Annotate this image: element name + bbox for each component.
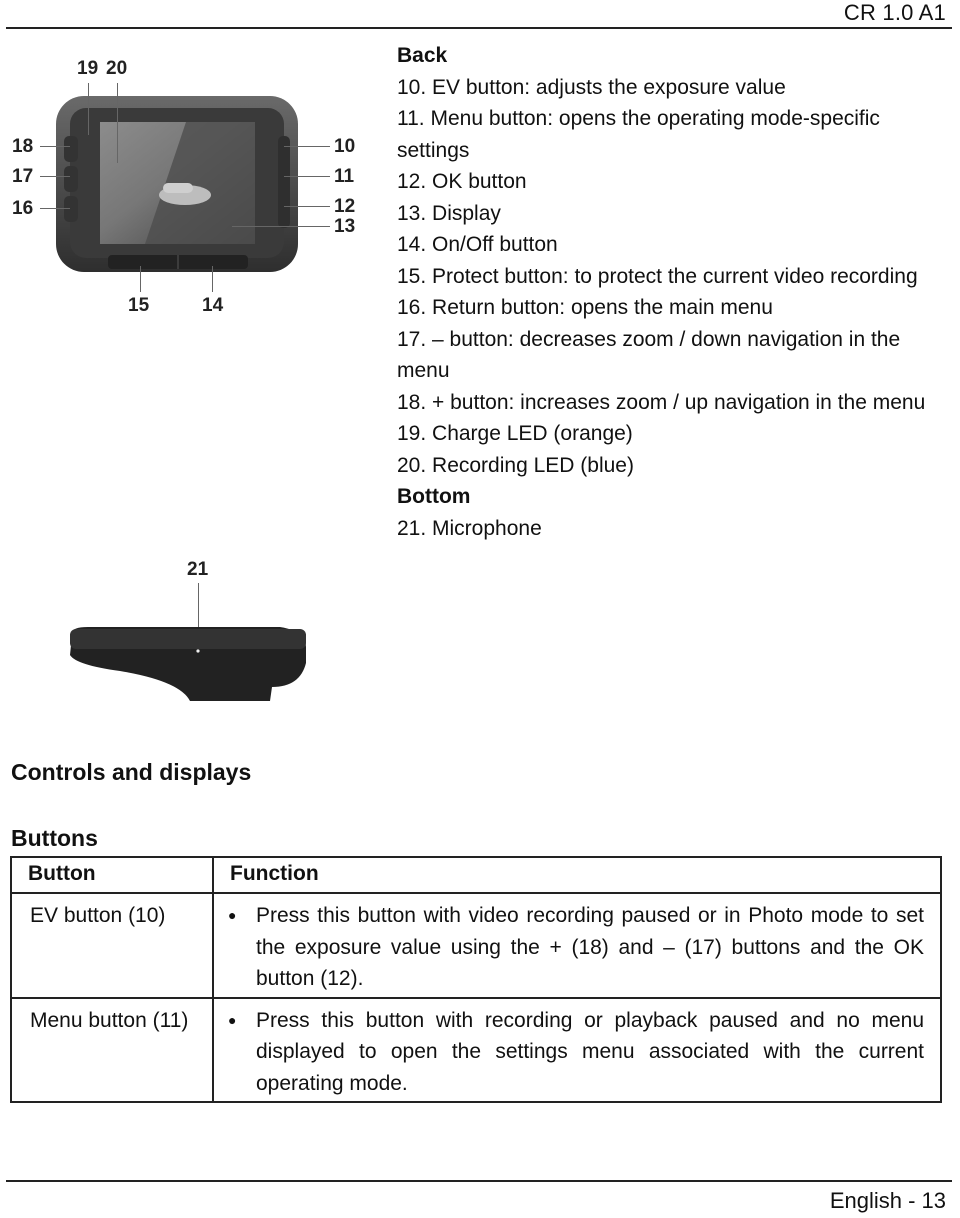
button-cell: EV button (10) — [10, 892, 214, 999]
list-item: 12. OK button — [397, 170, 527, 193]
list-item: 21. Microphone — [397, 516, 542, 540]
leader-line — [40, 208, 70, 209]
buttons-table: Button Function EV button (10) ● Press t… — [10, 856, 942, 1103]
function-cell: ● Press this button with video recording… — [212, 892, 942, 999]
list-item: 10. EV button: adjusts the exposure valu… — [397, 75, 786, 99]
document-code: CR 1.0 A1 — [843, 0, 946, 25]
leader-line — [140, 266, 141, 292]
button-cell: Menu button (11) — [10, 996, 214, 1103]
table-header-row: Button Function — [10, 856, 942, 894]
leader-line — [40, 176, 70, 177]
leader-line — [232, 226, 330, 227]
footer-rule — [6, 1180, 952, 1182]
leader-line — [284, 176, 330, 177]
callout-16: 16 — [12, 198, 34, 219]
leader-line — [117, 83, 118, 163]
callout-18: 18 — [12, 136, 34, 157]
list-item: 14. On/Off button — [397, 233, 558, 256]
list-item: 11. Menu button: opens the operating mod… — [397, 107, 880, 162]
leader-line — [284, 206, 330, 207]
callout-13: 13 — [334, 216, 356, 237]
leader-line — [284, 146, 330, 147]
list-item: 16. Return button: opens the main menu — [397, 296, 773, 319]
back-heading: Back — [397, 44, 448, 67]
dashcam-back-figure: 18 17 16 19 20 10 11 12 13 15 14 — [0, 40, 380, 330]
dashcam-bottom-illustration — [70, 627, 306, 701]
list-item: 19. Charge LED (orange) — [397, 422, 633, 445]
bullet-icon: ● — [228, 907, 237, 923]
microphone-hole — [196, 649, 200, 653]
table-row: Menu button (11) ● Press this button wit… — [10, 996, 942, 1103]
list-item: 13. Display — [397, 201, 501, 225]
callout-19: 19 — [77, 58, 99, 79]
function-text: Press this button with video recording p… — [256, 904, 924, 990]
list-item: 15. Protect button: to protect the curre… — [397, 264, 918, 288]
leader-line — [40, 146, 70, 147]
column-header-button: Button — [10, 856, 214, 894]
list-item: 18. + button: increases zoom / up naviga… — [397, 390, 926, 414]
callout-12: 12 — [334, 196, 356, 217]
callout-14: 14 — [202, 295, 224, 316]
table-row: EV button (10) ● Press this button with … — [10, 892, 942, 999]
callout-17: 17 — [12, 166, 34, 187]
callout-10: 10 — [334, 136, 356, 157]
dashcam-bottom-figure: 21 — [0, 555, 380, 705]
function-cell: ● Press this button with recording or pl… — [212, 996, 942, 1103]
callout-15: 15 — [128, 295, 150, 316]
column-header-function: Function — [212, 856, 942, 894]
leader-line — [212, 266, 213, 292]
list-item: 20. Recording LED (blue) — [397, 453, 634, 477]
callout-11: 11 — [334, 166, 355, 187]
function-text: Press this button with recording or play… — [256, 1008, 924, 1095]
header-rule — [6, 27, 952, 29]
bottom-heading: Bottom — [397, 485, 471, 508]
section-title: Controls and displays — [11, 759, 252, 785]
subsection-title: Buttons — [11, 825, 98, 851]
parts-description: Back 10. EV button: adjusts the exposure… — [397, 40, 937, 544]
dashcam-back-illustration — [56, 96, 298, 272]
page-footer: English - 13 — [829, 1188, 946, 1213]
callout-20: 20 — [106, 58, 128, 79]
leader-line — [88, 83, 89, 135]
bullet-icon: ● — [228, 1011, 237, 1028]
list-item: 17. – button: decreases zoom / down navi… — [397, 327, 901, 383]
